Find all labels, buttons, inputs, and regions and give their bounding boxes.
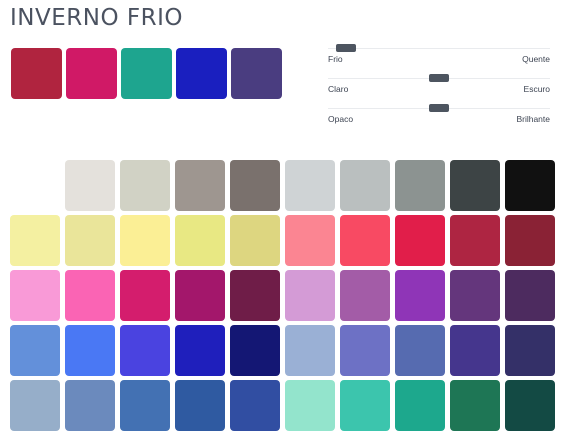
- palette-swatch[interactable]: [174, 270, 226, 321]
- palette-swatch[interactable]: [504, 215, 556, 266]
- slider-left-label: Claro: [328, 84, 349, 94]
- palette-swatch[interactable]: [119, 380, 171, 431]
- slider-right-label: Brilhante: [516, 114, 550, 124]
- palette-swatch[interactable]: [64, 160, 116, 211]
- slider-thumb[interactable]: [429, 104, 449, 112]
- palette-swatch[interactable]: [339, 215, 391, 266]
- palette-swatch[interactable]: [394, 325, 446, 376]
- palette-swatch[interactable]: [64, 215, 116, 266]
- key-color-swatch[interactable]: [121, 48, 172, 99]
- palette-swatch[interactable]: [394, 380, 446, 431]
- key-color-swatch[interactable]: [176, 48, 227, 99]
- palette-swatch[interactable]: [339, 160, 391, 211]
- palette-swatch[interactable]: [174, 160, 226, 211]
- palette-swatch[interactable]: [449, 270, 501, 321]
- palette-swatch[interactable]: [10, 380, 61, 431]
- palette-swatch[interactable]: [64, 325, 116, 376]
- palette-swatch[interactable]: [449, 325, 501, 376]
- palette-swatch[interactable]: [284, 215, 336, 266]
- key-color-swatch[interactable]: [231, 48, 282, 99]
- slider-left-label: Frio: [328, 54, 343, 64]
- palette-swatch[interactable]: [64, 270, 116, 321]
- color-palette-grid: [10, 160, 556, 431]
- palette-swatch[interactable]: [229, 325, 281, 376]
- slider-right-label: Escuro: [523, 84, 550, 94]
- palette-swatch[interactable]: [504, 380, 556, 431]
- slider-track[interactable]: [328, 48, 550, 49]
- palette-swatch[interactable]: [119, 325, 171, 376]
- palette-swatch[interactable]: [504, 270, 556, 321]
- palette-swatch[interactable]: [394, 160, 446, 211]
- palette-swatch[interactable]: [119, 270, 171, 321]
- palette-swatch[interactable]: [284, 270, 336, 321]
- palette-swatch[interactable]: [119, 215, 171, 266]
- palette-swatch[interactable]: [10, 160, 61, 211]
- palette-swatch[interactable]: [504, 160, 556, 211]
- slider-thumb[interactable]: [336, 44, 356, 52]
- slider-left-label: Opaco: [328, 114, 354, 124]
- palette-swatch[interactable]: [284, 160, 336, 211]
- page-title: INVERNO FRIO: [10, 5, 183, 31]
- palette-swatch[interactable]: [284, 325, 336, 376]
- palette-swatch[interactable]: [449, 160, 501, 211]
- palette-swatch[interactable]: [229, 270, 281, 321]
- palette-swatch[interactable]: [10, 270, 61, 321]
- slider-thumb[interactable]: [429, 74, 449, 82]
- palette-swatch[interactable]: [449, 380, 501, 431]
- palette-swatch[interactable]: [339, 270, 391, 321]
- palette-swatch[interactable]: [229, 380, 281, 431]
- palette-swatch[interactable]: [394, 215, 446, 266]
- palette-swatch[interactable]: [339, 380, 391, 431]
- palette-swatch[interactable]: [10, 325, 61, 376]
- palette-swatch[interactable]: [229, 160, 281, 211]
- key-color-swatch[interactable]: [11, 48, 62, 99]
- key-color-swatch[interactable]: [66, 48, 117, 99]
- palette-swatch[interactable]: [174, 325, 226, 376]
- palette-swatch[interactable]: [174, 215, 226, 266]
- palette-swatch[interactable]: [449, 215, 501, 266]
- slider-right-label: Quente: [522, 54, 550, 64]
- palette-swatch[interactable]: [394, 270, 446, 321]
- palette-swatch[interactable]: [64, 380, 116, 431]
- palette-swatch[interactable]: [284, 380, 336, 431]
- palette-swatch[interactable]: [10, 215, 61, 266]
- palette-swatch[interactable]: [229, 215, 281, 266]
- palette-swatch[interactable]: [119, 160, 171, 211]
- palette-swatch[interactable]: [339, 325, 391, 376]
- slider-opaco-brilhante[interactable]: Opaco Brilhante: [328, 104, 550, 138]
- palette-swatch[interactable]: [174, 380, 226, 431]
- palette-swatch[interactable]: [504, 325, 556, 376]
